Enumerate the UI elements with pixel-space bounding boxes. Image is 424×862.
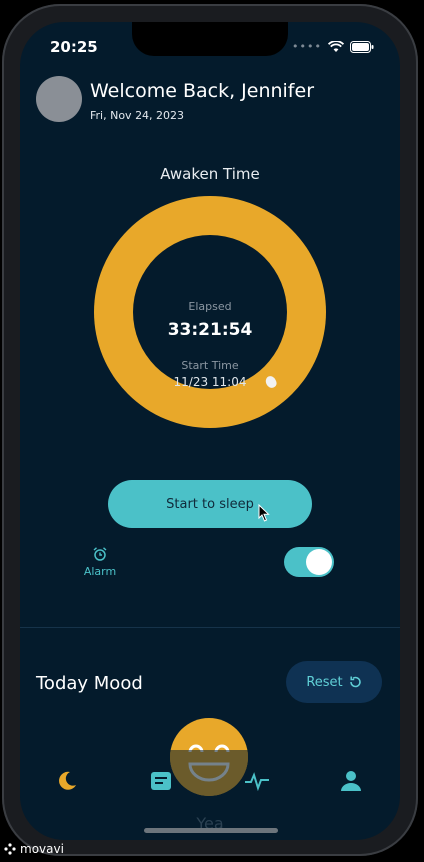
moon-icon[interactable] bbox=[56, 770, 78, 792]
start-time-value: 11/23 11:04 bbox=[173, 375, 247, 389]
notch bbox=[132, 22, 288, 56]
today-mood-title: Today Mood bbox=[36, 673, 143, 694]
start-to-sleep-button[interactable]: Start to sleep bbox=[108, 480, 312, 528]
watermark-text: movavi bbox=[20, 842, 64, 856]
status-time: 20:25 bbox=[50, 38, 98, 56]
wifi-icon bbox=[328, 40, 344, 52]
signal-dots-icon: •••• bbox=[292, 40, 322, 53]
awaken-time-ring: Elapsed 33:21:54 Start Time 11/23 11:04 bbox=[94, 196, 326, 428]
emoji-shade bbox=[170, 750, 248, 796]
alarm-label: Alarm bbox=[83, 565, 117, 578]
mood-emoji-icon[interactable] bbox=[170, 718, 248, 796]
avatar[interactable] bbox=[36, 76, 82, 122]
person-icon[interactable] bbox=[340, 770, 362, 792]
alarm-button[interactable]: Alarm bbox=[78, 546, 122, 578]
reset-button[interactable]: Reset bbox=[286, 661, 382, 703]
journal-icon[interactable] bbox=[150, 770, 172, 792]
status-icons: •••• bbox=[292, 40, 374, 53]
reset-icon bbox=[349, 676, 361, 688]
reset-label: Reset bbox=[306, 674, 343, 690]
mouse-cursor-icon bbox=[258, 504, 270, 522]
start-time-label: Start Time bbox=[181, 359, 239, 372]
home-indicator bbox=[144, 828, 278, 833]
app-screen: 20:25 •••• Welcome Back, Jennifer Fri, N… bbox=[20, 22, 400, 840]
current-date: Fri, Nov 24, 2023 bbox=[90, 109, 185, 122]
awaken-time-title: Awaken Time bbox=[160, 165, 260, 183]
alarm-toggle[interactable] bbox=[284, 547, 334, 577]
elapsed-value: 33:21:54 bbox=[167, 320, 253, 340]
movavi-logo-icon bbox=[4, 843, 16, 855]
section-divider bbox=[20, 627, 400, 628]
battery-icon bbox=[350, 40, 374, 53]
ring-center: Elapsed 33:21:54 Start Time 11/23 11:04 bbox=[133, 235, 287, 389]
alarm-clock-icon bbox=[93, 547, 107, 561]
welcome-title: Welcome Back, Jennifer bbox=[90, 80, 315, 102]
toggle-knob bbox=[306, 549, 332, 575]
watermark: movavi bbox=[4, 842, 64, 856]
elapsed-label: Elapsed bbox=[188, 300, 232, 313]
